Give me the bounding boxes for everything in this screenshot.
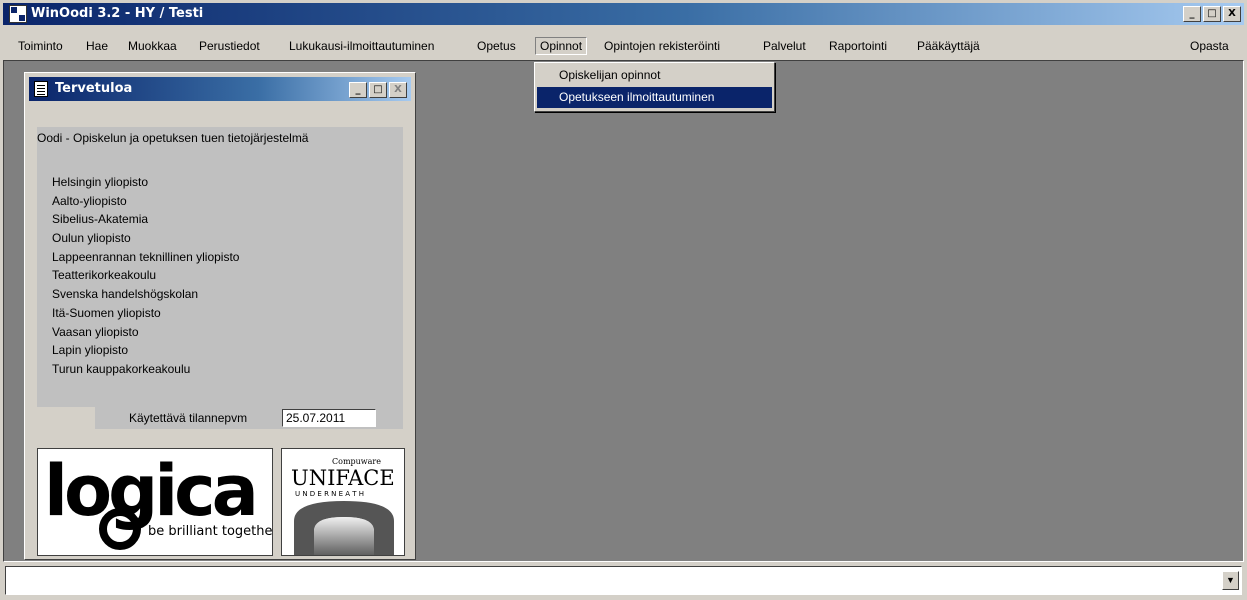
menu-raportointi[interactable]: Raportointi bbox=[829, 39, 887, 53]
welcome-window: Tervetuloa _ □ X Oodi - Opiskelun ja ope… bbox=[24, 72, 416, 560]
document-icon bbox=[34, 81, 48, 97]
list-item: Helsingin yliopisto bbox=[52, 175, 149, 189]
date-row: Käytettävä tilannepvm 25.07.2011 bbox=[95, 407, 403, 429]
minimize-button[interactable]: _ bbox=[1183, 6, 1201, 22]
app-titlebar[interactable]: WinOodi 3.2 - HY / Testi _ □ X bbox=[3, 3, 1244, 25]
app-icon bbox=[9, 5, 27, 23]
list-item: Vaasan yliopisto bbox=[52, 324, 139, 339]
menu-opetus[interactable]: Opetus bbox=[477, 39, 516, 53]
system-heading: Oodi - Opiskelun ja opetuksen tuen tieto… bbox=[37, 131, 309, 145]
logica-tagline: be brilliant together bbox=[148, 524, 273, 539]
menu-muokkaa[interactable]: Muokkaa bbox=[128, 39, 177, 53]
menu-hae[interactable]: Hae bbox=[86, 39, 108, 53]
list-item: Itä-Suomen yliopisto bbox=[52, 305, 161, 320]
menu-paakayttaja[interactable]: Pääkäyttäjä bbox=[917, 39, 980, 53]
welcome-info-panel: Oodi - Opiskelun ja opetuksen tuen tieto… bbox=[37, 127, 403, 407]
logica-logo-graphic: logica be brilliant together bbox=[44, 450, 273, 550]
university-list: Helsingin yliopisto Aalto-yliopisto Sibe… bbox=[52, 173, 239, 379]
maximize-button[interactable]: □ bbox=[1203, 6, 1221, 22]
welcome-title: Tervetuloa bbox=[55, 81, 133, 96]
uniface-logo-graphic: Compuware UNIFACE U N D E R N E A T H bbox=[291, 457, 395, 555]
list-item: Lappeenrannan teknillinen yliopisto bbox=[52, 249, 240, 264]
app-title: WinOodi 3.2 - HY / Testi bbox=[31, 6, 204, 21]
menu-opinnot[interactable]: Opinnot bbox=[535, 37, 588, 55]
welcome-maximize-button[interactable]: □ bbox=[369, 82, 387, 98]
menu-opintojen-rekisterointi[interactable]: Opintojen rekisteröinti bbox=[604, 39, 720, 53]
menu-lukukausi-ilmoittautuminen[interactable]: Lukukausi-ilmoittautuminen bbox=[289, 39, 434, 53]
compuware-label: Compuware bbox=[332, 457, 381, 466]
uniface-wordmark: UNIFACE bbox=[291, 466, 395, 490]
menu-perustiedot[interactable]: Perustiedot bbox=[199, 39, 260, 53]
command-combobox[interactable]: ▼ bbox=[5, 566, 1242, 595]
date-field[interactable]: 25.07.2011 bbox=[282, 409, 376, 427]
list-item: Teatterikorkeakoulu bbox=[52, 268, 157, 283]
close-button[interactable]: X bbox=[1223, 6, 1241, 22]
menu-item-opiskelijan-opinnot[interactable]: Opiskelijan opinnot bbox=[537, 65, 772, 86]
welcome-close-button[interactable]: X bbox=[389, 82, 407, 98]
welcome-titlebar[interactable]: Tervetuloa _ □ X bbox=[29, 77, 411, 101]
menu-opasta[interactable]: Opasta bbox=[1190, 39, 1229, 53]
arch-opening bbox=[314, 517, 374, 555]
list-item: Sibelius-Akatemia bbox=[52, 212, 149, 227]
menu-toiminto[interactable]: Toiminto bbox=[18, 39, 63, 53]
underneath-label: U N D E R N E A T H bbox=[295, 490, 364, 498]
logica-wordmark: logica bbox=[44, 450, 255, 532]
welcome-minimize-button[interactable]: _ bbox=[349, 82, 367, 98]
date-label: Käytettävä tilannepvm bbox=[129, 411, 248, 425]
list-item: Turun kauppakorkeakoulu bbox=[52, 361, 191, 376]
list-item: Oulun yliopisto bbox=[52, 231, 131, 246]
logica-logo: logica be brilliant together bbox=[37, 448, 273, 556]
menu-palvelut[interactable]: Palvelut bbox=[763, 39, 806, 53]
opinnot-dropdown-menu: Opiskelijan opinnot Opetukseen ilmoittau… bbox=[534, 62, 775, 112]
menu-item-opetukseen-ilmoittautuminen[interactable]: Opetukseen ilmoittautuminen bbox=[537, 87, 772, 108]
list-item: Svenska handelshögskolan bbox=[52, 287, 199, 302]
list-item: Aalto-yliopisto bbox=[52, 193, 127, 208]
menubar: Toiminto Hae Muokkaa Perustiedot Lukukau… bbox=[0, 36, 1247, 60]
uniface-logo: Compuware UNIFACE U N D E R N E A T H bbox=[281, 448, 405, 556]
list-item: Lapin yliopisto bbox=[52, 343, 129, 358]
chevron-down-icon[interactable]: ▼ bbox=[1222, 571, 1239, 590]
